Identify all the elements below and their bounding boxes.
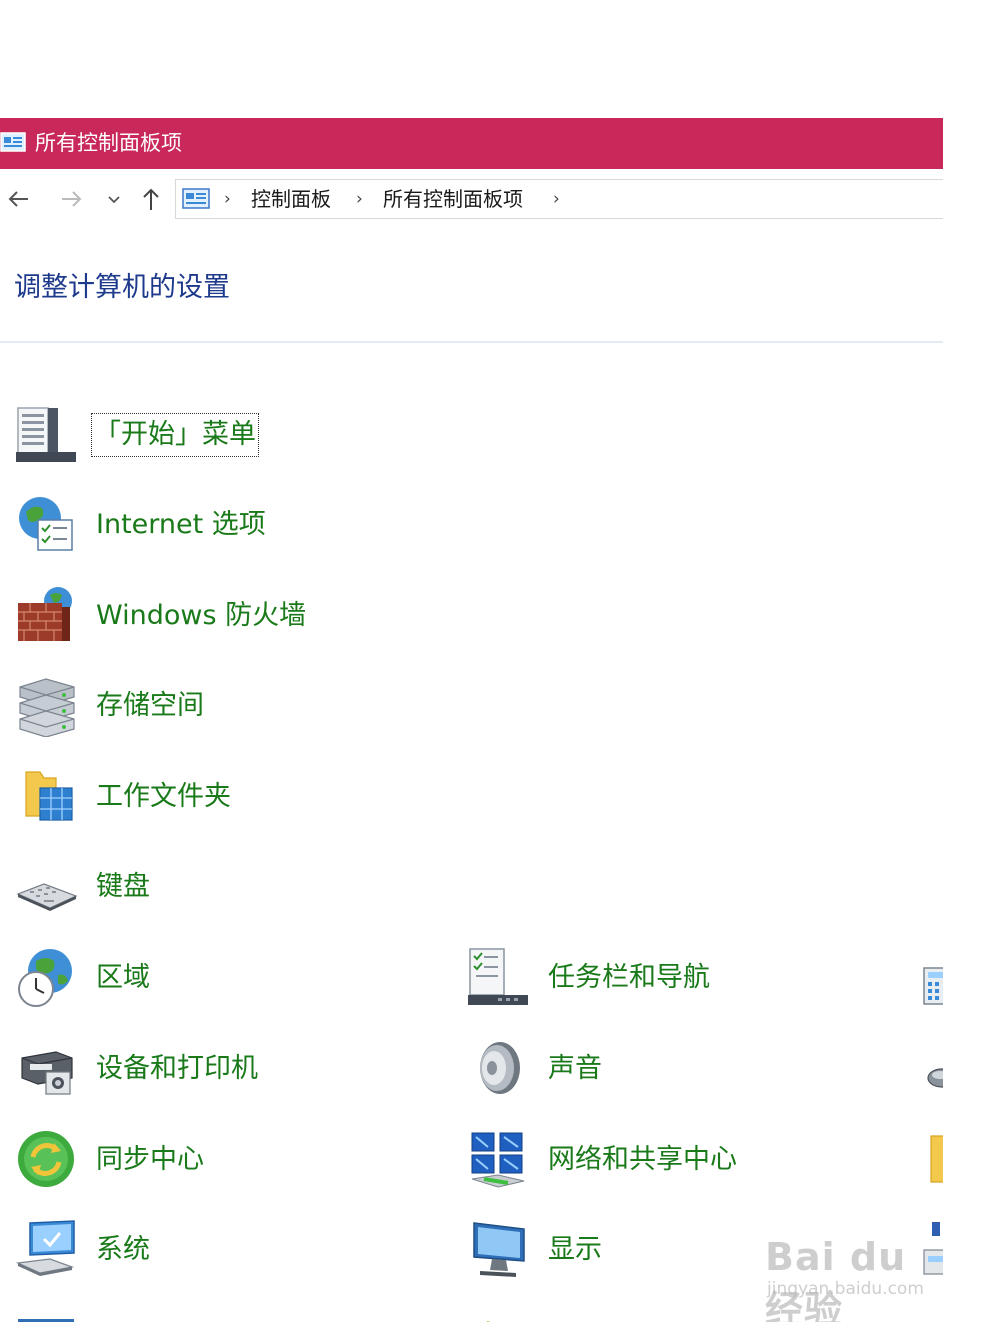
item-region[interactable]: 区域 [16,947,436,1017]
mouse-icon[interactable] [924,1062,943,1092]
item-label[interactable]: 任务栏和导航 [548,959,710,997]
arrow-left-icon [4,184,34,214]
item-sync-center[interactable]: 同步中心 [16,1129,436,1199]
forward-button[interactable] [56,184,86,214]
item-taskbar-navigation[interactable]: 任务栏和导航 [468,947,888,1017]
item-network-sharing-center[interactable]: 网络和共享中心 [468,1129,888,1199]
title-bar: 所有控制面板项 [0,118,943,169]
firewall-icon [16,585,78,647]
item-internet-options[interactable]: Internet 选项 [16,494,436,564]
system-icon [15,1219,78,1281]
item-label[interactable]: 「开始」菜单 [91,413,259,457]
recent-locations-button[interactable] [102,184,126,214]
arrow-right-icon [56,184,86,214]
item-start-menu[interactable]: 「开始」菜单 [16,404,436,474]
back-button[interactable] [4,184,34,214]
address-bar[interactable]: › 控制面板 › 所有控制面板项 › [175,179,943,219]
item-label[interactable]: 存储空间 [96,687,204,725]
region-icon [16,947,78,1009]
item-windows-firewall[interactable]: Windows 防火墙 [16,585,436,655]
item-label[interactable]: Windows 防火墙 [96,597,306,635]
breadcrumb-item-all-items[interactable]: 所有控制面板项 [383,186,523,212]
item-label[interactable]: 区域 [96,959,150,997]
item-label[interactable]: 系统 [96,1231,150,1269]
item-label[interactable]: 工作文件夹 [96,778,231,816]
item-keyboard[interactable]: 键盘 [16,856,436,926]
item-label[interactable]: 网络和共享中心 [548,1141,737,1179]
breadcrumb-separator[interactable]: › [356,189,363,209]
folder-icon[interactable] [929,1130,943,1186]
sync-center-icon [16,1129,78,1191]
partial-item-icon[interactable] [478,1313,500,1322]
breadcrumb-separator[interactable]: › [553,189,560,209]
item-label[interactable]: 声音 [548,1050,602,1088]
up-button[interactable] [136,184,166,214]
item-label[interactable]: Internet 选项 [96,506,266,544]
sound-icon [468,1038,530,1100]
devices-printers-icon [16,1038,78,1100]
internet-options-icon [16,494,78,556]
chevron-down-icon [102,184,126,214]
arrow-up-icon [136,184,166,214]
control-panel-window: 所有控制面板项 › 控制面板 › 所有控制面板项 › 调整计算机的设置 「开始」… [0,0,1000,1322]
watermark-url: jingyan.baidu.com [767,1279,924,1299]
storage-spaces-icon [16,675,78,738]
navigation-bar: › 控制面板 › 所有控制面板项 › [0,170,943,228]
breadcrumb-separator[interactable]: › [224,189,231,209]
window-title: 所有控制面板项 [35,131,182,155]
network-sharing-icon [468,1129,530,1191]
keyboard-icon [16,856,78,918]
calculator-icon[interactable] [922,966,943,1006]
breadcrumb-item-control-panel[interactable]: 控制面板 [251,186,331,212]
item-storage-spaces[interactable]: 存储空间 [16,675,436,745]
control-panel-icon [0,131,26,153]
item-label[interactable]: 键盘 [96,868,150,906]
item-devices-printers[interactable]: 设备和打印机 [16,1038,436,1108]
item-work-folders[interactable]: 工作文件夹 [16,766,436,836]
item-system[interactable]: 系统 [15,1219,436,1289]
divider [0,341,943,343]
control-panel-icon [182,188,210,210]
item-label[interactable]: 设备和打印机 [96,1050,258,1088]
item-sound[interactable]: 声音 [468,1038,888,1108]
baidu-watermark: Bai du 经验 jingyan.baidu.com [765,1215,945,1322]
item-label[interactable]: 同步中心 [96,1141,204,1179]
start-menu-icon [16,404,78,466]
page-heading: 调整计算机的设置 [14,272,230,303]
work-folders-icon [16,766,78,828]
partial-item-icon[interactable] [18,1312,76,1322]
taskbar-icon [468,947,530,1009]
item-label[interactable]: 显示 [548,1231,602,1269]
display-icon [468,1219,530,1281]
